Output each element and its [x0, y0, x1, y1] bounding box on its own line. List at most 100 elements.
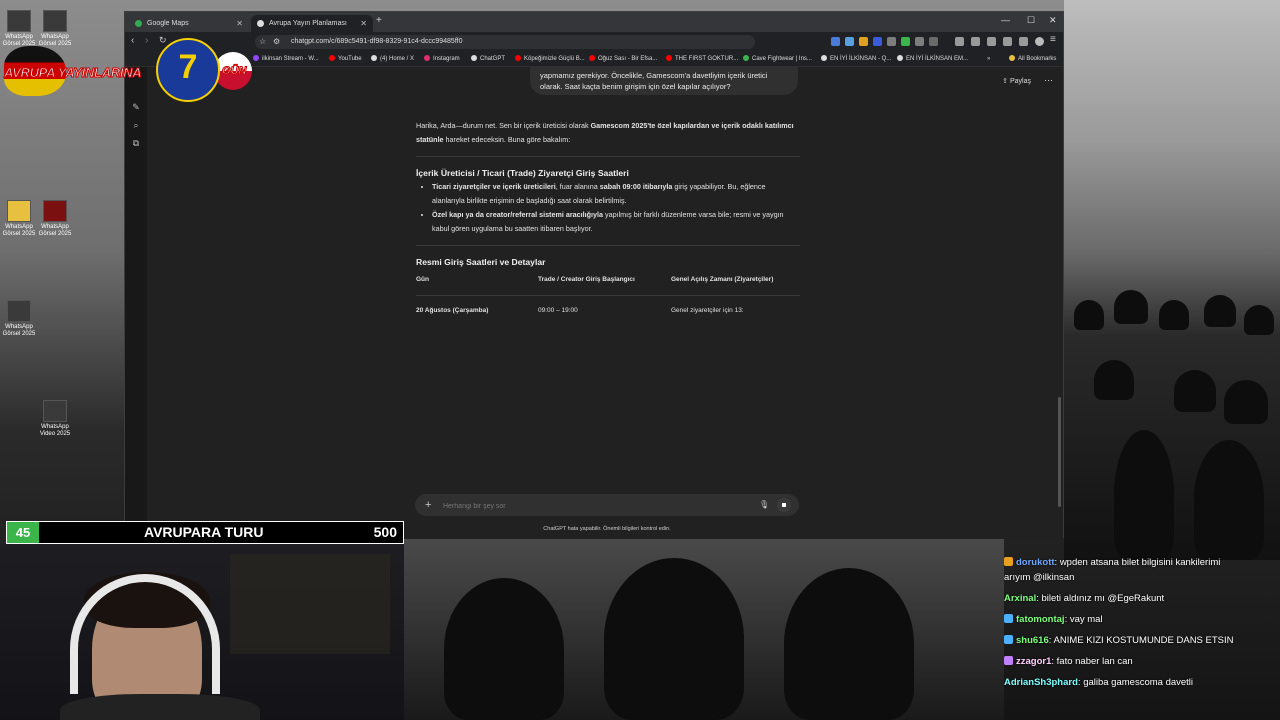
divider: [416, 156, 800, 157]
chat-message: zzagor1: fato naber lan can: [1004, 651, 1280, 672]
table-cell: 09:00 – 19:00: [538, 307, 578, 314]
close-tab-icon[interactable]: ✕: [236, 15, 243, 32]
bookmark-item[interactable]: YouTube: [329, 52, 362, 66]
divider: [416, 245, 800, 246]
scrollbar[interactable]: [1058, 397, 1061, 507]
list-item: Özel kapı ya da creator/referral sistemi…: [432, 208, 800, 236]
chat-username: AdrianSh3phard: [1004, 677, 1078, 688]
chatgpt-page: ✎ ⌕ ⧉ yapmamız gerekiyor. Öncelikle, Gam…: [125, 67, 1063, 539]
hours-table: Gün Trade / Creator Giriş Başlangıcı Gen…: [416, 269, 800, 326]
stream-countdown-banner: AVRUPA YAYINLARINA GÜN 7: [3, 38, 252, 106]
extension-icon[interactable]: [929, 37, 938, 46]
extension-icon[interactable]: [915, 37, 924, 46]
bookmark-item[interactable]: Instagram: [424, 52, 460, 66]
address-bar[interactable]: ☆ ⚙ chatgpt.com/c/689c5491-df98-8329-91c…: [255, 35, 755, 49]
maximize-button[interactable]: ☐: [1027, 15, 1035, 26]
all-bookmarks[interactable]: All Bookmarks: [1009, 52, 1056, 66]
extension-icon[interactable]: [845, 37, 854, 46]
bookmark-star-icon[interactable]: ☆: [259, 35, 266, 49]
extension-icon[interactable]: [859, 37, 868, 46]
share-button[interactable]: ⇪ Paylaş: [1002, 77, 1031, 85]
tab-google-maps[interactable]: Google Maps ✕: [129, 15, 249, 32]
chat-message: shu616: ANIME KIZI KOSTUMUNDE DANS ETSIN: [1004, 630, 1280, 651]
share-icon: ⇪: [1002, 78, 1010, 85]
bookmark-item[interactable]: ChatGPT: [471, 52, 505, 66]
section-heading: İçerik Üreticisi / Ticari (Trade) Ziyare…: [416, 168, 629, 178]
bullet-list: Ticari ziyaretçiler ve içerik üreticiler…: [416, 180, 800, 236]
desktop-icon[interactable]: WhatsApp Görsel 2025: [2, 300, 36, 338]
add-attachment-icon[interactable]: +: [425, 494, 431, 516]
tab-strip: Google Maps ✕ Avrupa Yayın Planlaması ✕ …: [125, 12, 1063, 32]
stop-icon: [782, 503, 786, 507]
bookmark-item[interactable]: ilkinsan Stream - W...: [253, 52, 319, 66]
extension-icon[interactable]: [887, 37, 896, 46]
table-cell: Genel ziyaretçiler için 13:: [671, 307, 744, 314]
table-header: Trade / Creator Giriş Başlangıcı: [538, 269, 671, 296]
disclaimer-text: ChatGPT hata yapabilir. Önemli bilgileri…: [543, 526, 671, 532]
days-number: 7: [178, 48, 198, 86]
chat-username: shu616: [1016, 635, 1049, 646]
library-icon[interactable]: ⧉: [131, 138, 141, 148]
chat-username: Arxinal: [1004, 593, 1037, 604]
extension-icon[interactable]: [1019, 37, 1028, 46]
extension-icon[interactable]: [901, 37, 910, 46]
microphone-icon[interactable]: 🎙: [759, 494, 769, 516]
bookmarks-bar: ilkinsan Stream - W... YouTube (4) Home …: [125, 52, 1063, 67]
bookmark-item[interactable]: Köpeğimizle Güçlü B...: [515, 52, 585, 66]
table-row: 20 Ağustos (Çarşamba) 09:00 – 19:00 Gene…: [416, 296, 800, 327]
site-info-icon[interactable]: ⚙: [273, 35, 280, 49]
bookmark-item[interactable]: EN İYİ İLKİNSAN EM...: [897, 52, 968, 66]
table-header: Gün: [416, 269, 538, 296]
sub-badge-icon: [1004, 614, 1013, 623]
prompt-composer: + 🎙: [415, 494, 799, 516]
extension-icon[interactable]: [831, 37, 840, 46]
extension-icon[interactable]: [971, 37, 980, 46]
stop-button[interactable]: [777, 498, 791, 512]
wallpaper-soldiers: [1064, 0, 1280, 560]
sidebar-rail: ✎ ⌕ ⧉: [125, 67, 147, 539]
bookmark-item[interactable]: Cave Fightwear | Ins...: [743, 52, 812, 66]
sub-badge-icon: [1004, 635, 1013, 644]
bookmark-item[interactable]: EN İYİ İLKİNSAN - Q...: [821, 52, 891, 66]
sub-badge-icon: [1004, 557, 1013, 566]
chat-message: fatomontaj: vay mal: [1004, 609, 1280, 630]
banner-text: AVRUPA YAYINLARINA: [3, 65, 142, 81]
desktop-icon[interactable]: WhatsApp Video 2025: [38, 400, 72, 438]
chat-username: fatomontaj: [1016, 614, 1065, 625]
banner-suffix: GÜN: [221, 65, 247, 78]
bookmark-item[interactable]: THE FIRST GOKTUR...: [666, 52, 738, 66]
tab-avrupa-yayin[interactable]: Avrupa Yayın Planlaması ✕: [251, 15, 373, 32]
extension-icon[interactable]: [955, 37, 964, 46]
extension-icon[interactable]: [873, 37, 882, 46]
counter-goal: 500: [373, 524, 397, 540]
streamer-shirt: [60, 694, 260, 720]
search-icon[interactable]: ⌕: [131, 120, 141, 130]
bookmark-item[interactable]: Oğuz Sası - Bir Efsa...: [589, 52, 657, 66]
chat-username: zzagor1: [1016, 656, 1052, 667]
extension-icon[interactable]: [1003, 37, 1012, 46]
stream-chat: dorukott: wpden atsana bilet bilgisini k…: [1004, 552, 1280, 720]
new-tab-button[interactable]: +: [376, 15, 382, 26]
desktop-icon[interactable]: WhatsApp Görsel 2025: [38, 200, 72, 238]
webcam-feed: [0, 544, 404, 720]
extension-icon[interactable]: [987, 37, 996, 46]
chat-message: AdrianSh3phard: galiba gamescoma davetli: [1004, 677, 1194, 688]
more-bookmarks-icon[interactable]: »: [987, 52, 990, 66]
menu-icon[interactable]: ≡: [1050, 34, 1056, 45]
minimize-button[interactable]: —: [1001, 15, 1010, 25]
wallpaper-bottom-crowd: [404, 538, 1004, 720]
browser-window: Google Maps ✕ Avrupa Yayın Planlaması ✕ …: [124, 11, 1064, 539]
sub-badge-icon: [1004, 656, 1013, 665]
close-tab-icon[interactable]: ✕: [360, 15, 367, 32]
room-background: [230, 554, 390, 654]
browser-toolbar: ‹ › ↻ ☆ ⚙ chatgpt.com/c/689c5491-df98-83…: [125, 32, 1063, 52]
chatgpt-icon: [257, 20, 264, 27]
desktop-icon[interactable]: WhatsApp Görsel 2025: [2, 200, 36, 238]
bookmark-item[interactable]: (4) Home / X: [371, 52, 414, 66]
close-window-button[interactable]: ✕: [1049, 15, 1057, 26]
more-options-icon[interactable]: ⋯: [1044, 75, 1053, 86]
profile-icon[interactable]: [1035, 37, 1044, 46]
eu-stars-icon: 7: [156, 38, 220, 102]
chat-message: Arxinal: bileti aldınız mı @EgeRakunt: [1004, 593, 1165, 604]
prompt-input[interactable]: [441, 499, 725, 513]
